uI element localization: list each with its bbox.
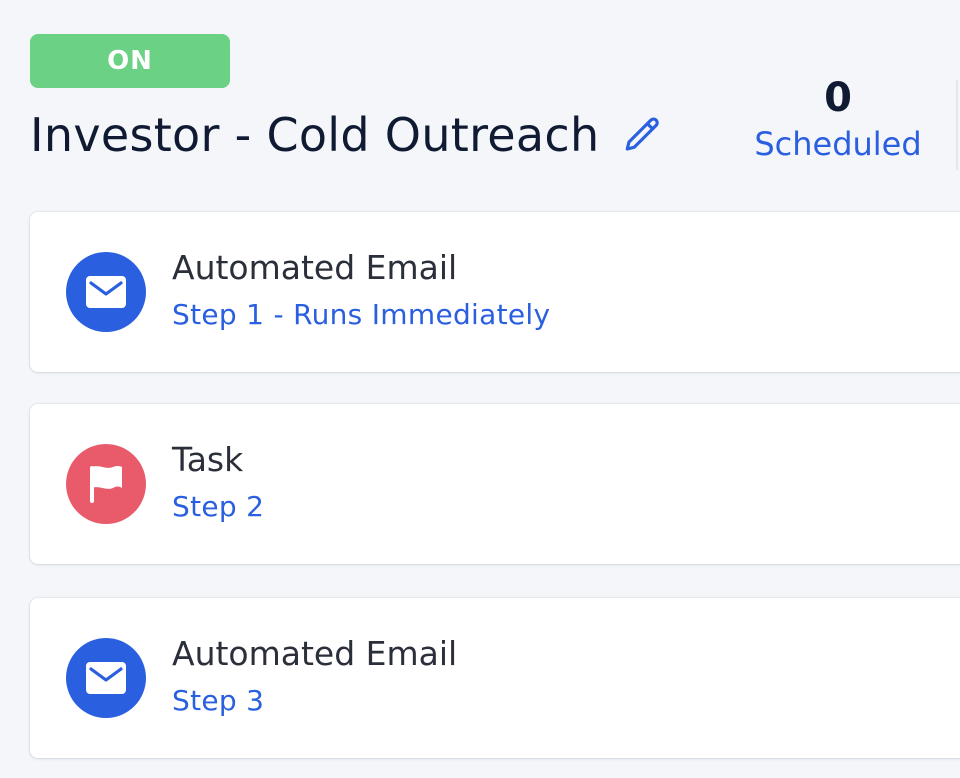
- step-card-2[interactable]: Task Step 2: [30, 404, 960, 564]
- step-name: Task: [172, 440, 244, 479]
- stat-divider: [956, 80, 958, 170]
- pencil-icon[interactable]: [621, 113, 665, 157]
- campaign-page: ON Investor - Cold Outreach 0 Scheduled …: [0, 0, 960, 778]
- envelope-icon: [66, 638, 146, 718]
- scheduled-stat[interactable]: 0 Scheduled: [740, 72, 936, 164]
- campaign-title: Investor - Cold Outreach: [30, 108, 600, 162]
- step-detail: Step 1 - Runs Immediately: [172, 298, 551, 331]
- step-card-1[interactable]: Automated Email Step 1 - Runs Immediatel…: [30, 212, 960, 372]
- title-row: Investor - Cold Outreach: [30, 108, 665, 162]
- step-name: Automated Email: [172, 634, 458, 673]
- status-toggle[interactable]: ON: [30, 34, 230, 88]
- scheduled-label[interactable]: Scheduled: [740, 124, 936, 164]
- flag-icon: [66, 444, 146, 524]
- step-card-3[interactable]: Automated Email Step 3: [30, 598, 960, 758]
- step-detail: Step 2: [172, 490, 265, 523]
- step-detail: Step 3: [172, 684, 265, 717]
- scheduled-count: 0: [824, 75, 852, 121]
- envelope-icon: [66, 252, 146, 332]
- step-name: Automated Email: [172, 248, 458, 287]
